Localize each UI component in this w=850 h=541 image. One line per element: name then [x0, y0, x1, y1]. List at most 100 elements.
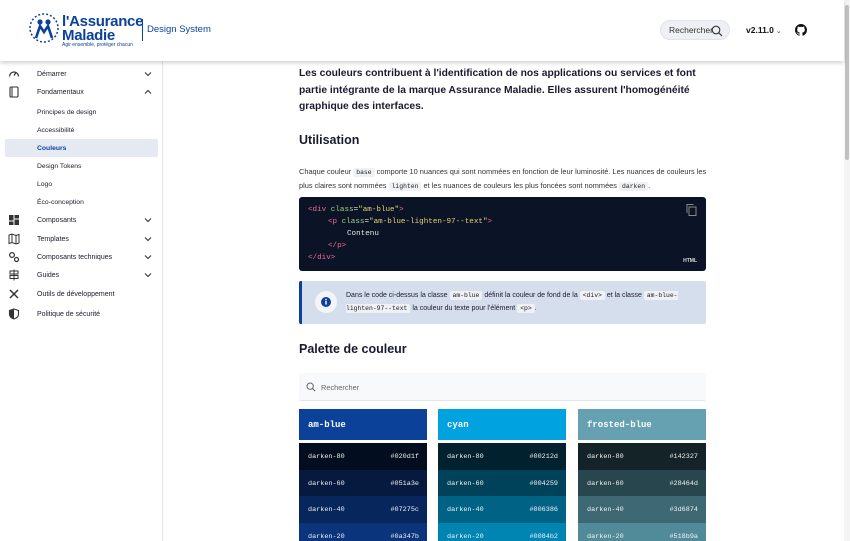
color-swatch[interactable]: darken-20 #0084b2 [438, 522, 566, 541]
inline-code: <p> [517, 304, 535, 313]
sidebar-item-label: Éco-conception [37, 198, 84, 206]
color-swatch[interactable]: darken-40 #006386 [438, 496, 566, 523]
sidebar-item-label: Démarrer [37, 70, 67, 78]
chevron-down-icon [144, 237, 152, 242]
chevron-down-icon [144, 218, 152, 223]
palette-card-cyan: cyan darken-80 #00212d darken-60 #004259 d… [438, 409, 566, 541]
chevron-down-icon [144, 72, 152, 77]
color-swatch[interactable]: darken-80 #00212d [438, 443, 566, 470]
sidebar-item-guides[interactable]: Guides [0, 266, 162, 284]
sidebar-item-principes[interactable]: Principes de design [0, 103, 162, 121]
color-swatch[interactable]: darken-40 #3d6874 [578, 496, 706, 523]
sidebar-item-demarrer[interactable]: Démarrer [0, 65, 162, 83]
header-search-button[interactable]: Rechercher [660, 20, 730, 40]
code-line: </div> [308, 254, 336, 262]
header-search-label: Rechercher [669, 25, 713, 35]
palette-name: cyan [438, 409, 566, 440]
color-swatch[interactable]: darken-80 #142327 [578, 443, 706, 470]
cogs-icon [8, 251, 20, 263]
sidebar-item-couleurs[interactable]: Couleurs [5, 139, 158, 157]
palette-card-am-blue: am-blue darken-80 #020d1f darken-60 #051a3… [299, 409, 427, 541]
info-icon [315, 291, 337, 313]
sidebar-item-design-tokens[interactable]: Design Tokens [0, 157, 162, 175]
sidebar-item-label: Templates [37, 235, 69, 243]
sidebar-item-accessibilite[interactable]: Accessibilité [0, 121, 162, 139]
product-name: Design System [147, 24, 211, 35]
palette-search-input[interactable] [321, 378, 691, 396]
color-swatch[interactable]: darken-60 #051a3e [299, 469, 427, 496]
shield-icon [8, 308, 20, 320]
dashboard-icon [9, 215, 19, 225]
github-icon[interactable] [795, 24, 807, 36]
code-line: <div class="am-blue"> [308, 206, 404, 214]
version-selector[interactable]: v2.11.0 ⌄ [746, 25, 782, 35]
usage-text: Chaque couleur [299, 167, 352, 176]
code-line: </p> [328, 242, 347, 250]
search-icon [306, 382, 316, 392]
chevron-down-icon [144, 273, 152, 278]
inline-code: lighten [388, 182, 422, 191]
intro-paragraph: Les couleurs contribuent à l'identificat… [299, 68, 696, 112]
code-example: <div class="am-blue"> <p class="am-blue-… [299, 197, 706, 271]
sidebar-item-label: Fondamentaux [37, 88, 84, 96]
sidebar-item-label: Guides [37, 271, 60, 279]
sidebar-item-label: Couleurs [37, 144, 67, 152]
version-label: v2.11.0 [746, 25, 774, 35]
inline-code: darken [619, 182, 649, 191]
sidebar-item-templates[interactable]: Templates [0, 230, 162, 248]
top-header: l'Assurance Maladie Agir ensemble, proté… [0, 0, 844, 61]
code-line: Contenu [347, 230, 379, 238]
sidebar-item-securite[interactable]: Politique de sécurité [0, 305, 162, 323]
usage-text: et les nuances de couleurs les plus fonc… [423, 181, 617, 190]
color-swatch[interactable]: darken-80 #020d1f [299, 443, 427, 470]
palette-card-frosted-blue: frosted-blue darken-80 #142327 darken-60 #… [578, 409, 706, 541]
sidebar-item-eco-conception[interactable]: Éco-conception [0, 193, 162, 211]
palette-name: frosted-blue [578, 409, 706, 440]
color-swatch[interactable]: darken-60 #28464d [578, 469, 706, 496]
sidebar-item-label: Design Tokens [37, 162, 82, 170]
color-swatch[interactable]: darken-40 #07275c [299, 496, 427, 523]
tools-icon [9, 289, 19, 299]
logo-divider [142, 19, 143, 41]
chevron-down-icon [144, 255, 152, 260]
book-icon [9, 86, 19, 98]
palette-search [299, 373, 706, 401]
logo-tagline: Agir ensemble, protéger chacun [62, 42, 133, 48]
sidebar-item-label: Composants [37, 216, 77, 224]
sidebar-item-label: Logo [37, 180, 53, 188]
assurance-maladie-logo[interactable]: l'Assurance Maladie Agir ensemble, proté… [28, 12, 143, 48]
code-language-badge: HTML [683, 258, 697, 264]
color-swatch[interactable]: darken-20 #0a347b [299, 522, 427, 541]
map-icon [8, 233, 20, 245]
usage-text: . [648, 181, 651, 190]
sidebar-item-label: Politique de sécurité [37, 310, 101, 318]
scrollbar-thumb[interactable] [845, 5, 849, 160]
logo-emblem-icon [29, 13, 59, 43]
code-line: <p class="am-blue-lighten-97--text"> [328, 218, 493, 226]
sidebar-item-outils[interactable]: Outils de développement [0, 285, 162, 303]
copy-icon[interactable] [686, 204, 697, 216]
sidebar-item-logo[interactable]: Logo [0, 175, 162, 193]
inline-code: am-blue [449, 291, 483, 300]
alert-text: Dans le code ci-dessus la classe am-blue… [346, 291, 678, 313]
sidebar-item-composants[interactable]: Composants [0, 211, 162, 229]
chevron-up-icon [144, 89, 152, 94]
gauge-icon [8, 71, 20, 77]
usage-paragraph: Chaque couleur base comporte 10 nuances … [299, 165, 709, 193]
sidebar-item-label: Composants techniques [37, 253, 113, 261]
sidebar-item-composants-techniques[interactable]: Composants techniques [0, 248, 162, 266]
color-swatch[interactable]: darken-20 #518b9a [578, 522, 706, 541]
inline-code: base [353, 168, 375, 177]
sidebar-item-label: Outils de développement [37, 290, 115, 298]
palette-name: am-blue [299, 409, 427, 440]
color-swatch[interactable]: darken-60 #004259 [438, 469, 566, 496]
sidebar-item-fondamentaux[interactable]: Fondamentaux [0, 83, 162, 101]
info-alert: Dans le code ci-dessus la classe am-blue… [299, 281, 706, 324]
section-title-utilisation: Utilisation [299, 133, 360, 147]
sidebar-item-label: Principes de design [37, 108, 97, 116]
search-icon [711, 25, 723, 37]
sidebar-item-label: Accessibilité [37, 126, 75, 134]
sidebar-nav: Démarrer Fondamentaux Principes de desig… [0, 61, 163, 541]
chevron-down-icon: ⌄ [775, 28, 782, 35]
section-title-palette: Palette de couleur [299, 342, 407, 356]
